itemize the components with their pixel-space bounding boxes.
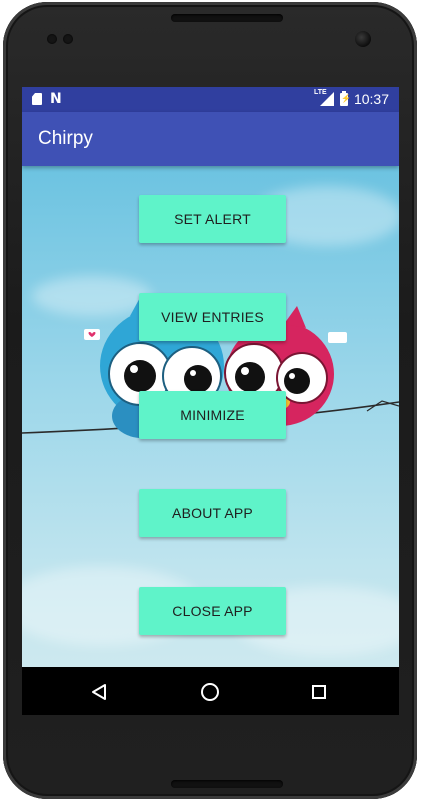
set-alert-button[interactable]: SET ALERT <box>139 195 286 243</box>
proximity-sensor <box>47 34 57 44</box>
recents-icon[interactable] <box>306 679 332 705</box>
navigation-bar <box>22 667 399 715</box>
status-time: 10:37 <box>353 91 389 107</box>
front-camera <box>355 31 371 47</box>
device-screen: N LTE ⚡ 10:37 Chirpy SET ALERT VIEW ENTR… <box>22 87 399 715</box>
main-content: SET ALERT VIEW ENTRIES MINIMIZE ABOUT AP… <box>22 166 399 667</box>
close-app-button[interactable]: CLOSE APP <box>139 587 286 635</box>
minimize-button[interactable]: MINIMIZE <box>139 391 286 439</box>
n-notification-icon: N <box>50 91 62 107</box>
app-title: Chirpy <box>38 128 93 149</box>
sd-card-icon <box>32 93 42 105</box>
view-entries-button[interactable]: VIEW ENTRIES <box>139 293 286 341</box>
about-app-button[interactable]: ABOUT APP <box>139 489 286 537</box>
home-icon[interactable] <box>197 679 223 705</box>
app-bar: Chirpy <box>22 112 399 166</box>
top-speaker-grille <box>171 14 283 22</box>
signal-icon: LTE <box>314 89 334 106</box>
status-bar: N LTE ⚡ 10:37 <box>22 87 399 112</box>
bottom-speaker-grille <box>171 780 283 788</box>
back-icon[interactable] <box>86 679 112 705</box>
battery-icon: ⚡ <box>339 90 351 106</box>
light-sensor <box>63 34 73 44</box>
